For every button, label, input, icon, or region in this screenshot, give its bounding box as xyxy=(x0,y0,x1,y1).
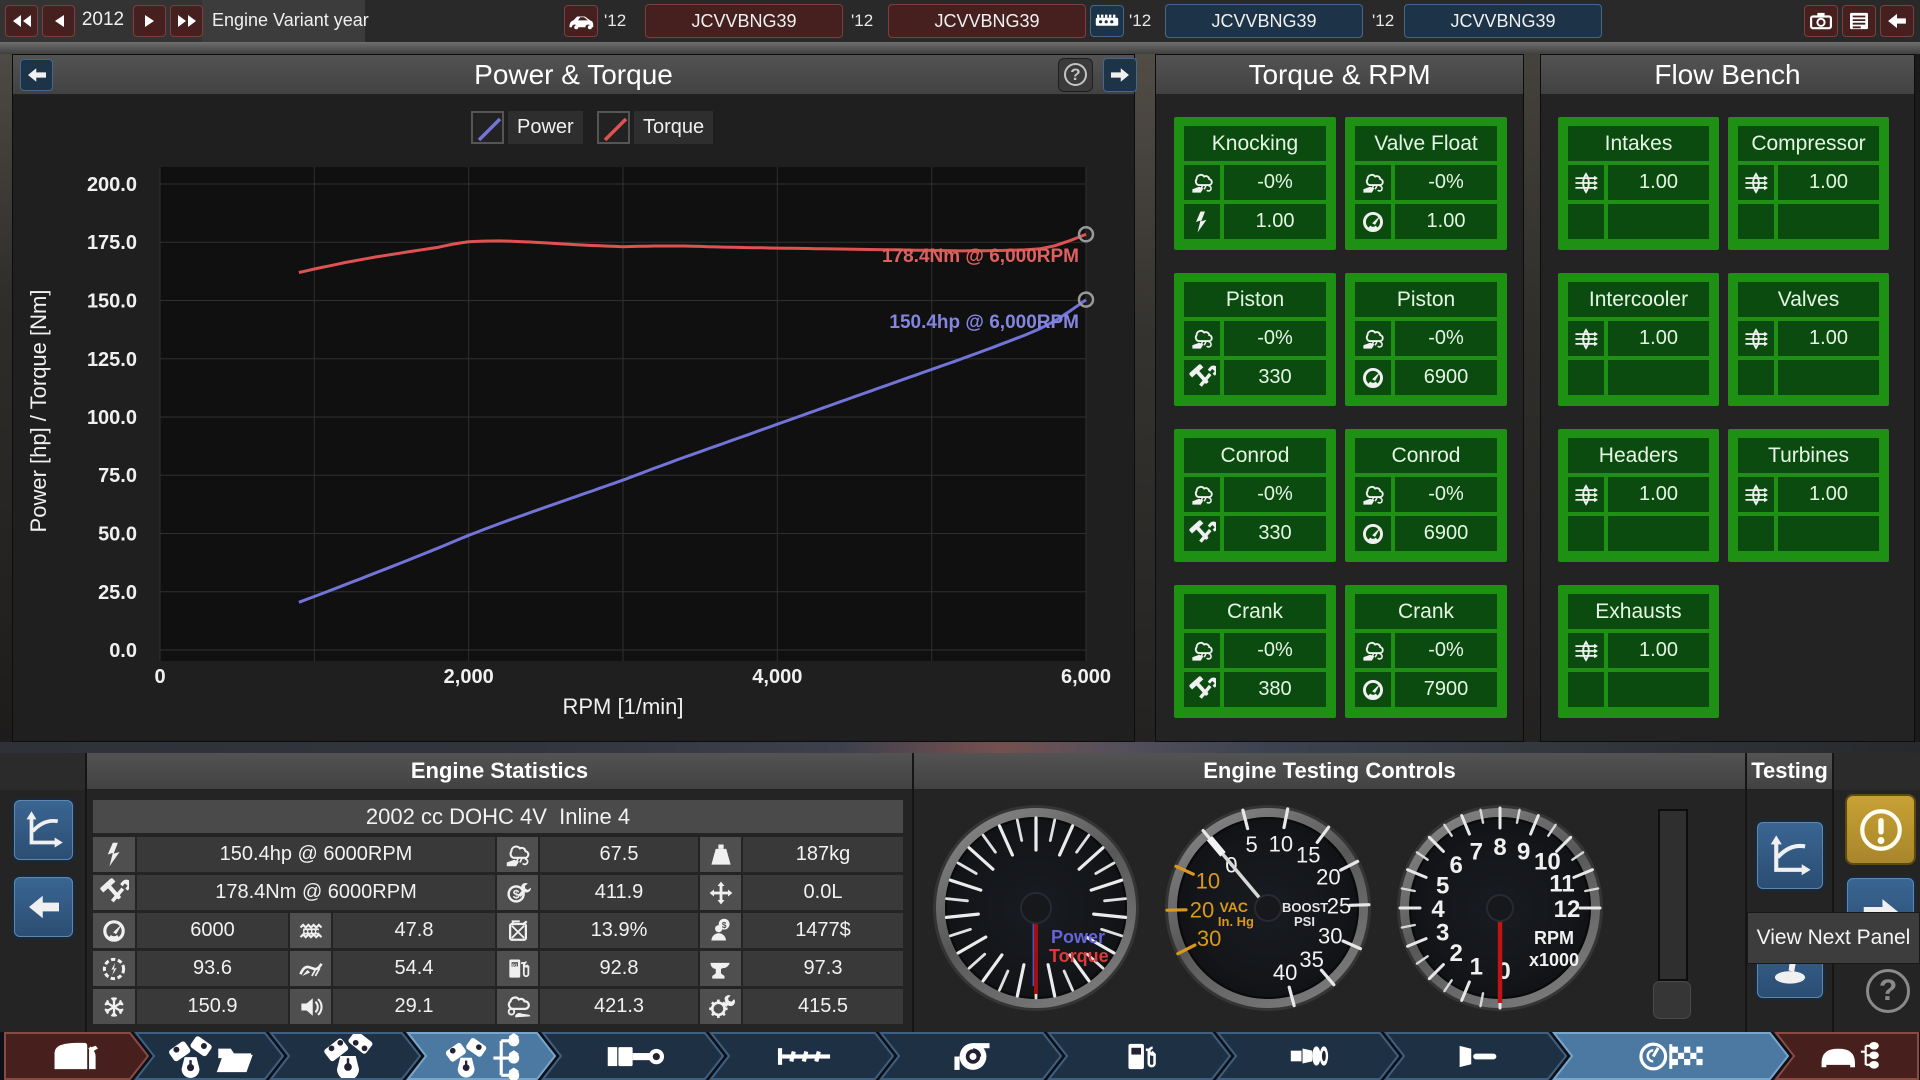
svg-text:8: 8 xyxy=(1493,834,1506,861)
svg-text:In. Hg: In. Hg xyxy=(1218,914,1254,929)
svg-text:7: 7 xyxy=(1470,839,1483,866)
svg-text:15: 15 xyxy=(1296,842,1320,867)
svg-text:RPM [1/min]: RPM [1/min] xyxy=(562,694,683,719)
svg-text:3: 3 xyxy=(1436,920,1449,947)
svg-text:75.0: 75.0 xyxy=(98,465,137,487)
svg-text:RPM: RPM xyxy=(1534,928,1574,948)
svg-text:20: 20 xyxy=(1316,865,1340,890)
svg-text:Torque: Torque xyxy=(1049,946,1109,966)
svg-text:30: 30 xyxy=(1318,923,1342,948)
svg-text:0.0: 0.0 xyxy=(109,640,137,662)
svg-text:40: 40 xyxy=(1273,960,1297,985)
svg-text:Power: Power xyxy=(1051,927,1105,947)
svg-text:125.0: 125.0 xyxy=(87,349,137,371)
svg-text:VAC: VAC xyxy=(1219,899,1248,915)
svg-text:11: 11 xyxy=(1549,870,1574,897)
svg-text:1: 1 xyxy=(1470,953,1483,980)
svg-text:2,000: 2,000 xyxy=(444,666,494,688)
svg-text:BOOST: BOOST xyxy=(1282,900,1328,915)
svg-text:35: 35 xyxy=(1299,947,1323,972)
svg-text:10: 10 xyxy=(1196,869,1220,894)
svg-text:25.0: 25.0 xyxy=(98,582,137,604)
svg-text:$: $ xyxy=(722,921,727,930)
svg-text:175.0: 175.0 xyxy=(87,232,137,254)
svg-text:4: 4 xyxy=(1431,896,1445,923)
svg-text:150.0: 150.0 xyxy=(87,291,137,313)
svg-text:4,000: 4,000 xyxy=(752,666,802,688)
svg-text:Power [hp] / Torque [Nm]: Power [hp] / Torque [Nm] xyxy=(26,290,51,533)
svg-text:5: 5 xyxy=(1436,872,1449,899)
svg-text:91: 91 xyxy=(512,962,518,968)
svg-text:PSI: PSI xyxy=(1294,914,1315,929)
svg-text:200.0: 200.0 xyxy=(87,174,137,196)
svg-text:2: 2 xyxy=(1450,940,1463,967)
svg-text:10: 10 xyxy=(1269,831,1293,856)
svg-text:100.0: 100.0 xyxy=(87,407,137,429)
svg-text:150.4hp @ 6,000RPM: 150.4hp @ 6,000RPM xyxy=(889,312,1079,333)
svg-text:5: 5 xyxy=(1245,832,1257,857)
svg-text:178.4Nm @ 6,000RPM: 178.4Nm @ 6,000RPM xyxy=(882,246,1079,267)
svg-text:6: 6 xyxy=(1450,852,1463,879)
svg-text:0: 0 xyxy=(154,666,165,688)
svg-text:6,000: 6,000 xyxy=(1061,666,1111,688)
svg-text:x1000: x1000 xyxy=(1529,950,1579,970)
svg-text:50.0: 50.0 xyxy=(98,524,137,546)
svg-text:20: 20 xyxy=(1190,897,1214,922)
svg-text:30: 30 xyxy=(1197,926,1221,951)
svg-text:12: 12 xyxy=(1554,896,1581,923)
svg-text:25: 25 xyxy=(1327,894,1351,919)
svg-text:9: 9 xyxy=(1517,839,1530,866)
